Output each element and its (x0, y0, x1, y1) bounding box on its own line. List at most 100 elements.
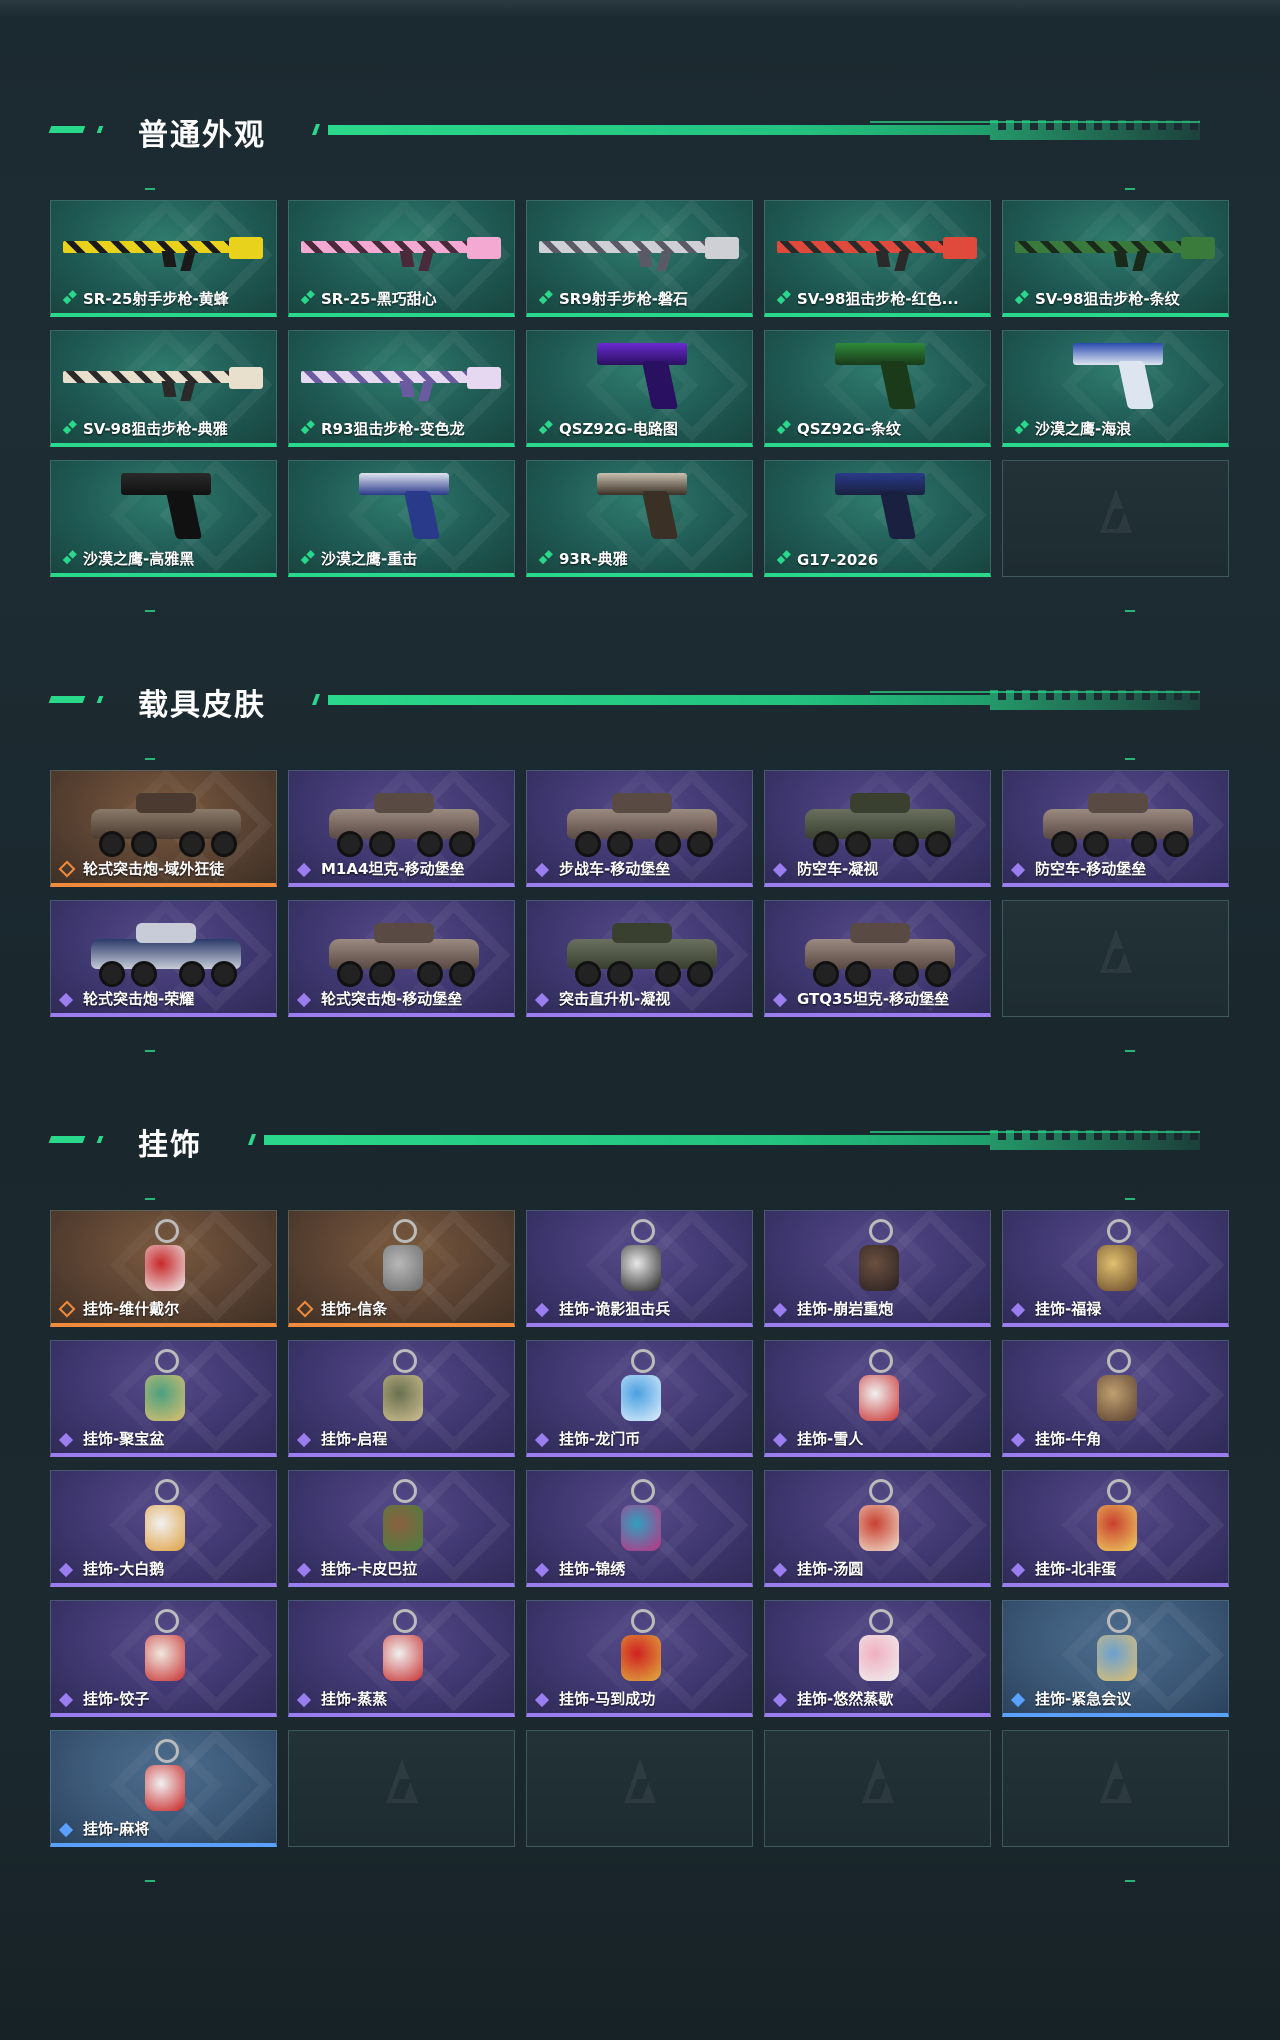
item-card[interactable]: SR-25射手步枪-黄蜂 (50, 200, 277, 317)
item-label: SR9射手步枪-磐石 (559, 290, 689, 308)
header-checker-pattern (990, 690, 1200, 710)
item-card[interactable]: 挂饰-牛角 (1002, 1340, 1229, 1457)
grid-corner-tick (145, 1880, 155, 1882)
rarity-diamond-icon (538, 555, 548, 565)
item-card[interactable]: 挂饰-信条 (288, 1210, 515, 1327)
item-card[interactable]: SR-25-黑巧甜心 (288, 200, 515, 317)
item-card[interactable]: 轮式突击炮-移动堡垒 (288, 900, 515, 1017)
pistol-image (835, 343, 925, 413)
item-card[interactable]: QSZ92G-电路图 (526, 330, 753, 447)
item-card[interactable]: 沙漠之鹰-海浪 (1002, 330, 1229, 447)
item-card[interactable]: SR9射手步枪-磐石 (526, 200, 753, 317)
rifle-image (1015, 223, 1215, 275)
item-label: QSZ92G-电路图 (559, 420, 678, 438)
top-border (0, 0, 1280, 18)
item-card[interactable]: 挂饰-福禄 (1002, 1210, 1229, 1327)
rarity-diamond-icon (1010, 1432, 1026, 1448)
rarity-diamond-icon (296, 1692, 312, 1708)
empty-slot (1002, 1730, 1229, 1847)
rarity-diamond-icon (534, 1432, 550, 1448)
item-card[interactable]: 挂饰-卡皮巴拉 (288, 1470, 515, 1587)
item-card[interactable]: 挂饰-维什戴尔 (50, 1210, 277, 1327)
grid-corner-tick (145, 758, 155, 760)
item-card[interactable]: 挂饰-紧急会议 (1002, 1600, 1229, 1717)
vehicle-image (567, 785, 717, 857)
item-label: 挂饰-龙门币 (559, 1430, 641, 1448)
grid-corner-tick (1125, 758, 1135, 760)
item-card[interactable]: 挂饰-锦绣 (526, 1470, 753, 1587)
item-card[interactable]: 挂饰-北非蛋 (1002, 1470, 1229, 1587)
item-card[interactable]: 挂饰-大白鹅 (50, 1470, 277, 1587)
item-card[interactable]: 防空车-凝视 (764, 770, 991, 887)
rarity-diamond-icon (58, 1300, 76, 1318)
item-card[interactable]: 沙漠之鹰-重击 (288, 460, 515, 577)
item-card[interactable]: 挂饰-崩岩重炮 (764, 1210, 991, 1327)
item-card[interactable]: 93R-典雅 (526, 460, 753, 577)
rarity-diamond-icon (296, 1432, 312, 1448)
item-card[interactable]: 挂饰-启程 (288, 1340, 515, 1457)
item-label: 挂饰-启程 (321, 1430, 388, 1448)
item-card[interactable]: 防空车-移动堡垒 (1002, 770, 1229, 887)
item-card[interactable]: 轮式突击炮-域外狂徒 (50, 770, 277, 887)
pistol-image (1073, 343, 1163, 413)
rarity-diamond-icon (296, 992, 312, 1008)
empty-slot (1002, 900, 1229, 1017)
rarity-diamond-icon (1010, 1692, 1026, 1708)
item-card[interactable]: G17-2026 (764, 460, 991, 577)
pistol-image (597, 343, 687, 413)
rarity-diamond-icon (58, 1562, 74, 1578)
item-card[interactable]: 挂饰-雪人 (764, 1340, 991, 1457)
charm-image (857, 1479, 901, 1559)
rarity-diamond-icon (1010, 862, 1026, 878)
item-card[interactable]: SV-98狙击步枪-条纹 (1002, 200, 1229, 317)
item-card[interactable]: 挂饰-龙门币 (526, 1340, 753, 1457)
item-card[interactable]: GTQ35坦克-移动堡垒 (764, 900, 991, 1017)
rarity-diamond-icon (534, 862, 550, 878)
rarity-diamond-icon (772, 1302, 788, 1318)
item-card[interactable]: R93狙击步枪-变色龙 (288, 330, 515, 447)
empty-slot (764, 1730, 991, 1847)
item-label: 挂饰-马到成功 (559, 1690, 656, 1708)
grid-corner-tick (145, 1050, 155, 1052)
rarity-diamond-icon (776, 425, 786, 435)
section-header: 普通外观 (0, 110, 1280, 153)
item-card[interactable]: 步战车-移动堡垒 (526, 770, 753, 887)
rarity-diamond-icon (58, 1692, 74, 1708)
grid-corner-tick (1125, 1880, 1135, 1882)
item-card[interactable]: SV-98狙击步枪-典雅 (50, 330, 277, 447)
item-label: 沙漠之鹰-海浪 (1035, 420, 1132, 438)
item-card[interactable]: 挂饰-麻将 (50, 1730, 277, 1847)
item-label: 挂饰-锦绣 (559, 1560, 626, 1578)
item-card[interactable]: 沙漠之鹰-高雅黑 (50, 460, 277, 577)
item-label: R93狙击步枪-变色龙 (321, 420, 465, 438)
charm-image (1095, 1609, 1139, 1689)
header-checker-pattern (990, 120, 1200, 140)
charm-image (381, 1219, 425, 1299)
item-label: 挂饰-大白鹅 (83, 1560, 165, 1578)
item-card[interactable]: 挂饰-汤圆 (764, 1470, 991, 1587)
item-card[interactable]: QSZ92G-条纹 (764, 330, 991, 447)
logo-watermark-icon (614, 1759, 666, 1811)
rifle-image (777, 223, 977, 275)
item-card[interactable]: 挂饰-蒸蒸 (288, 1600, 515, 1717)
item-card[interactable]: 挂饰-马到成功 (526, 1600, 753, 1717)
item-card[interactable]: 突击直升机-凝视 (526, 900, 753, 1017)
rarity-diamond-icon (58, 992, 74, 1008)
item-card[interactable]: M1A4坦克-移动堡垒 (288, 770, 515, 887)
item-label: 挂饰-牛角 (1035, 1430, 1102, 1448)
item-label: 沙漠之鹰-重击 (321, 550, 418, 568)
item-label: 挂饰-卡皮巴拉 (321, 1560, 418, 1578)
item-card[interactable]: 挂饰-悠然蒸歇 (764, 1600, 991, 1717)
item-card[interactable]: 挂饰-饺子 (50, 1600, 277, 1717)
item-card[interactable]: SV-98狙击步枪-红色... (764, 200, 991, 317)
item-card[interactable]: 挂饰-聚宝盆 (50, 1340, 277, 1457)
rarity-diamond-icon (538, 295, 548, 305)
grid-corner-tick (145, 1198, 155, 1200)
item-card[interactable]: 轮式突击炮-荣耀 (50, 900, 277, 1017)
item-label: SV-98狙击步枪-红色... (797, 290, 959, 308)
rarity-diamond-icon (1010, 1562, 1026, 1578)
rarity-diamond-icon (1014, 295, 1024, 305)
vehicle-image (1043, 785, 1193, 857)
item-label: 突击直升机-凝视 (559, 990, 671, 1008)
item-card[interactable]: 挂饰-诡影狙击兵 (526, 1210, 753, 1327)
